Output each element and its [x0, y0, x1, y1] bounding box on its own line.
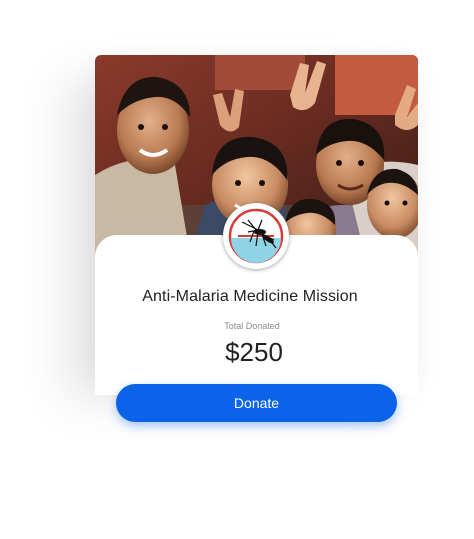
donate-button[interactable]: Donate: [116, 384, 397, 422]
campaign-title: Anti-Malaria Medicine Mission: [142, 288, 358, 305]
total-donated-label: Total Donated: [224, 321, 280, 331]
campaign-badge: [223, 203, 289, 269]
mosquito-icon: [228, 208, 284, 264]
total-donated-amount: $250: [225, 337, 283, 367]
